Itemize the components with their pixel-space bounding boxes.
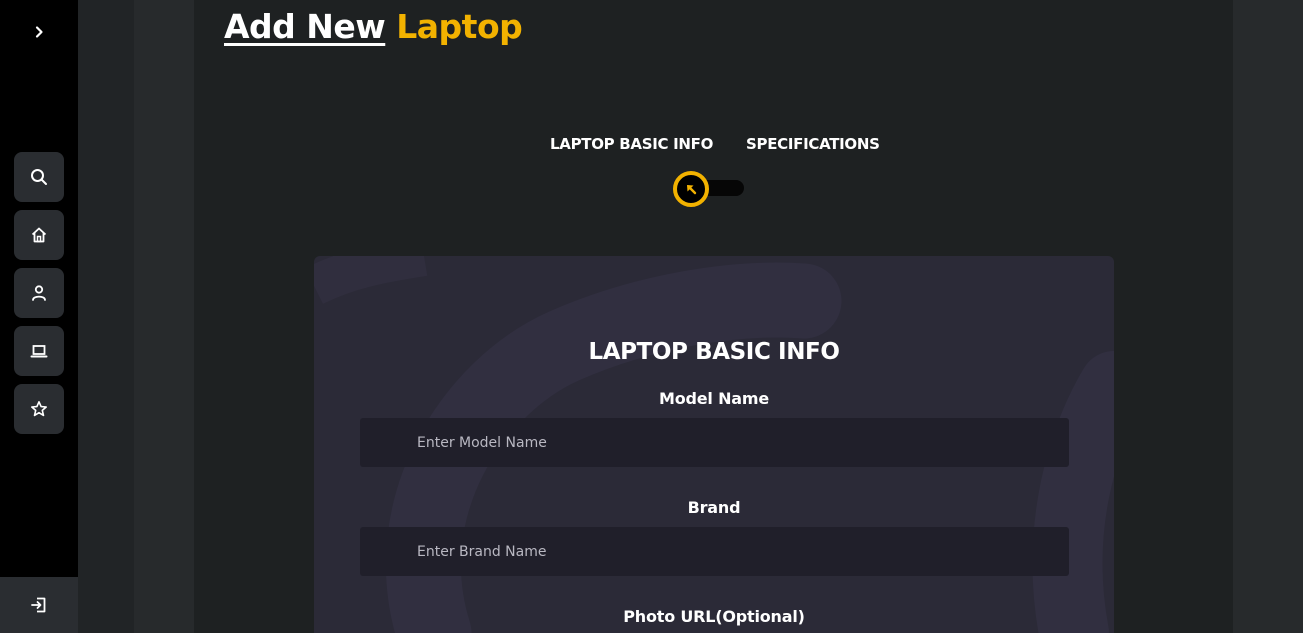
right-margin-column bbox=[1233, 0, 1303, 633]
page-title-part2: Laptop bbox=[396, 7, 523, 46]
sidebar-search-button[interactable] bbox=[14, 152, 64, 202]
arrow-up-left-icon bbox=[687, 185, 697, 195]
model-name-label: Model Name bbox=[659, 389, 769, 408]
left-margin-column bbox=[134, 0, 194, 633]
step-label-specifications[interactable]: SPECIFICATIONS bbox=[746, 135, 880, 153]
brand-label: Brand bbox=[687, 498, 741, 517]
stepper-current-indicator bbox=[673, 171, 709, 207]
sidebar-toggle-button[interactable] bbox=[26, 19, 52, 45]
logout-button[interactable] bbox=[0, 577, 78, 633]
sidebar bbox=[0, 0, 78, 633]
step-label-basic-info[interactable]: LAPTOP BASIC INFO bbox=[550, 135, 713, 153]
star-icon bbox=[31, 401, 47, 417]
brand-input[interactable] bbox=[360, 527, 1069, 576]
sidebar-favorites-button[interactable] bbox=[14, 384, 64, 434]
user-icon bbox=[32, 285, 46, 301]
page-title-part1: Add New bbox=[224, 7, 386, 46]
sidebar-profile-button[interactable] bbox=[14, 268, 64, 318]
model-name-input[interactable] bbox=[360, 418, 1069, 467]
logout-icon bbox=[31, 597, 46, 613]
search-icon bbox=[31, 169, 47, 185]
left-gutter bbox=[78, 0, 134, 633]
page-title: Add New Laptop bbox=[224, 7, 523, 46]
sidebar-home-button[interactable] bbox=[14, 210, 64, 260]
basic-info-card: LAPTOP BASIC INFO Model Name Brand Photo… bbox=[314, 256, 1114, 633]
sidebar-laptop-button[interactable] bbox=[14, 326, 64, 376]
chevron-right-icon bbox=[35, 26, 43, 38]
form-heading: LAPTOP BASIC INFO bbox=[588, 339, 840, 365]
laptop-icon bbox=[30, 345, 48, 358]
home-icon bbox=[31, 227, 47, 243]
photo-url-label: Photo URL(Optional) bbox=[623, 607, 805, 626]
